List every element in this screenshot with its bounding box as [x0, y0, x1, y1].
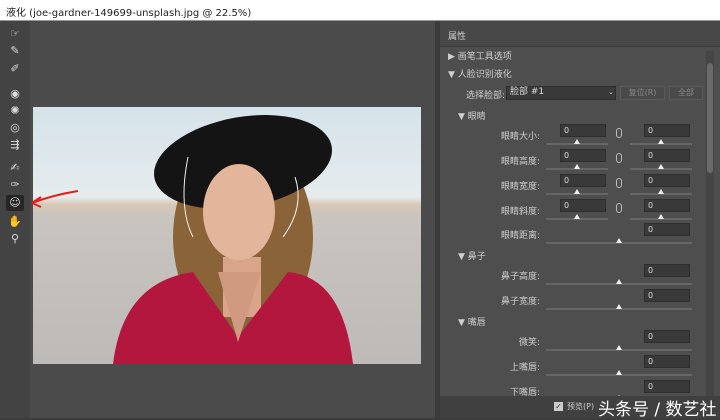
push-left-icon[interactable]: ⇶: [6, 137, 24, 153]
link-icon[interactable]: [616, 178, 622, 188]
slider-thumb[interactable]: [616, 345, 622, 350]
pucker-icon[interactable]: ✺: [6, 103, 24, 119]
tool-panel: ☞ ✎ ✐ ◉ ✺ ◎ ⇶ ✍ ✑ ☺ ✋ ⚲: [0, 21, 30, 418]
slider-thumb[interactable]: [574, 139, 580, 144]
mouth-section-label: 嘴唇: [467, 318, 486, 328]
thaw-mask-icon[interactable]: ✑: [6, 177, 24, 193]
eyes-section-label: 眼睛: [467, 112, 486, 122]
nose-slider[interactable]: [546, 279, 692, 285]
nose-section[interactable]: ▼ 鼻子: [458, 249, 486, 262]
slider-thumb[interactable]: [574, 214, 580, 219]
eye-right-slider[interactable]: [630, 164, 692, 170]
panel-title: 属性: [440, 21, 720, 47]
mouth-input[interactable]: 0: [644, 330, 690, 343]
nose-row-label: 鼻子宽度:: [500, 297, 540, 307]
zoom-icon[interactable]: ⚲: [6, 231, 24, 247]
eye-right-slider[interactable]: [630, 189, 692, 195]
eye-right-input[interactable]: 0: [644, 124, 690, 137]
nose-row-label: 鼻子高度:: [500, 272, 540, 282]
eye-left-input[interactable]: 0: [560, 199, 606, 212]
panel-scrollbar[interactable]: [706, 51, 714, 411]
eye-left-slider[interactable]: [546, 214, 608, 220]
bloat-icon[interactable]: ◎: [6, 120, 24, 136]
all-button[interactable]: 全部: [669, 86, 703, 100]
slider-thumb[interactable]: [574, 164, 580, 169]
smooth-icon[interactable]: ✐: [6, 61, 24, 77]
nose-input[interactable]: 0: [644, 264, 690, 277]
eye-left-slider[interactable]: [546, 164, 608, 170]
reset-button[interactable]: 复位(R): [620, 86, 665, 100]
face-tool-icon[interactable]: ☺: [6, 195, 24, 211]
annotation-arrow: [31, 190, 79, 208]
mouth-input[interactable]: 0: [644, 355, 690, 368]
face-liquify-label: 人脸识别液化: [457, 70, 512, 80]
canvas-area[interactable]: [30, 21, 435, 418]
freeze-mask-icon[interactable]: ✍: [6, 160, 24, 176]
eye-left-slider[interactable]: [546, 139, 608, 145]
eye-left-input[interactable]: 0: [560, 149, 606, 162]
eye-right-input[interactable]: 0: [644, 174, 690, 187]
mouth-row-label: 微笑:: [518, 338, 540, 348]
slider-thumb[interactable]: [658, 139, 664, 144]
footer: ✓ 预览(P) 头条号 / 数艺社: [440, 396, 720, 420]
portrait-photo: [113, 115, 353, 364]
twirl-icon[interactable]: ◉: [6, 86, 24, 102]
mouth-slider[interactable]: [546, 370, 692, 376]
eye-left-input[interactable]: 0: [560, 124, 606, 137]
eye-row-label: 眼睛斜度:: [500, 207, 540, 217]
link-icon[interactable]: [616, 203, 622, 213]
nose-slider[interactable]: [546, 304, 692, 310]
nose-input[interactable]: 0: [644, 289, 690, 302]
image-preview[interactable]: [33, 107, 421, 364]
brush-options-section[interactable]: ▶ 画笔工具选项: [448, 49, 512, 62]
mouth-row-label: 上嘴唇:: [509, 363, 540, 373]
eye-right-slider[interactable]: [630, 214, 692, 220]
preview-checkbox[interactable]: ✓: [554, 402, 563, 411]
slider-thumb[interactable]: [574, 189, 580, 194]
eye-distance-input[interactable]: 0: [644, 223, 690, 236]
select-face-label: 选择脸部:: [466, 91, 506, 101]
slider-thumb[interactable]: [616, 279, 622, 284]
hand-icon[interactable]: ✋: [6, 214, 24, 230]
eye-left-input[interactable]: 0: [560, 174, 606, 187]
preview-label: 预览(P): [567, 402, 595, 411]
nose-section-label: 鼻子: [467, 252, 486, 262]
brush-options-label: 画笔工具选项: [457, 52, 512, 62]
eye-row-label: 眼睛宽度:: [500, 182, 540, 192]
eye-row-label: 眼睛高度:: [500, 157, 540, 167]
window-title: 液化 (joe-gardner-149699-unsplash.jpg @ 22…: [0, 0, 720, 21]
chevron-down-icon: ⌄: [608, 88, 614, 96]
eye-right-slider[interactable]: [630, 139, 692, 145]
link-icon[interactable]: [616, 153, 622, 163]
eye-row-label: 眼睛大小:: [500, 132, 540, 142]
slider-thumb[interactable]: [616, 238, 622, 243]
forward-warp-icon[interactable]: ☞: [6, 26, 24, 42]
watermark: 头条号 / 数艺社: [598, 400, 717, 420]
slider-thumb[interactable]: [658, 214, 664, 219]
mouth-slider[interactable]: [546, 345, 692, 351]
eye-distance-slider[interactable]: [546, 238, 692, 244]
slider-thumb[interactable]: [658, 164, 664, 169]
mouth-section[interactable]: ▼ 嘴唇: [458, 315, 486, 328]
slider-thumb[interactable]: [616, 304, 622, 309]
slider-thumb[interactable]: [616, 370, 622, 375]
eye-right-input[interactable]: 0: [644, 199, 690, 212]
reconstruct-icon[interactable]: ✎: [6, 43, 24, 59]
eyes-section[interactable]: ▼ 眼睛: [458, 109, 486, 122]
face-liquify-section[interactable]: ▼ 人脸识别液化: [448, 67, 512, 80]
properties-panel: 属性 ▶ 画笔工具选项 ▼ 人脸识别液化选择脸部: 脸部 #1 ⌄ 复位(R) 全部 ▼ 眼…: [440, 21, 720, 418]
eye-right-input[interactable]: 0: [644, 149, 690, 162]
select-face-dropdown[interactable]: 脸部 #1: [506, 86, 616, 100]
eye-distance-label: 眼睛距离:: [500, 231, 540, 241]
slider-thumb[interactable]: [658, 189, 664, 194]
mouth-input[interactable]: 0: [644, 380, 690, 393]
link-icon[interactable]: [616, 128, 622, 138]
eye-left-slider[interactable]: [546, 189, 608, 195]
